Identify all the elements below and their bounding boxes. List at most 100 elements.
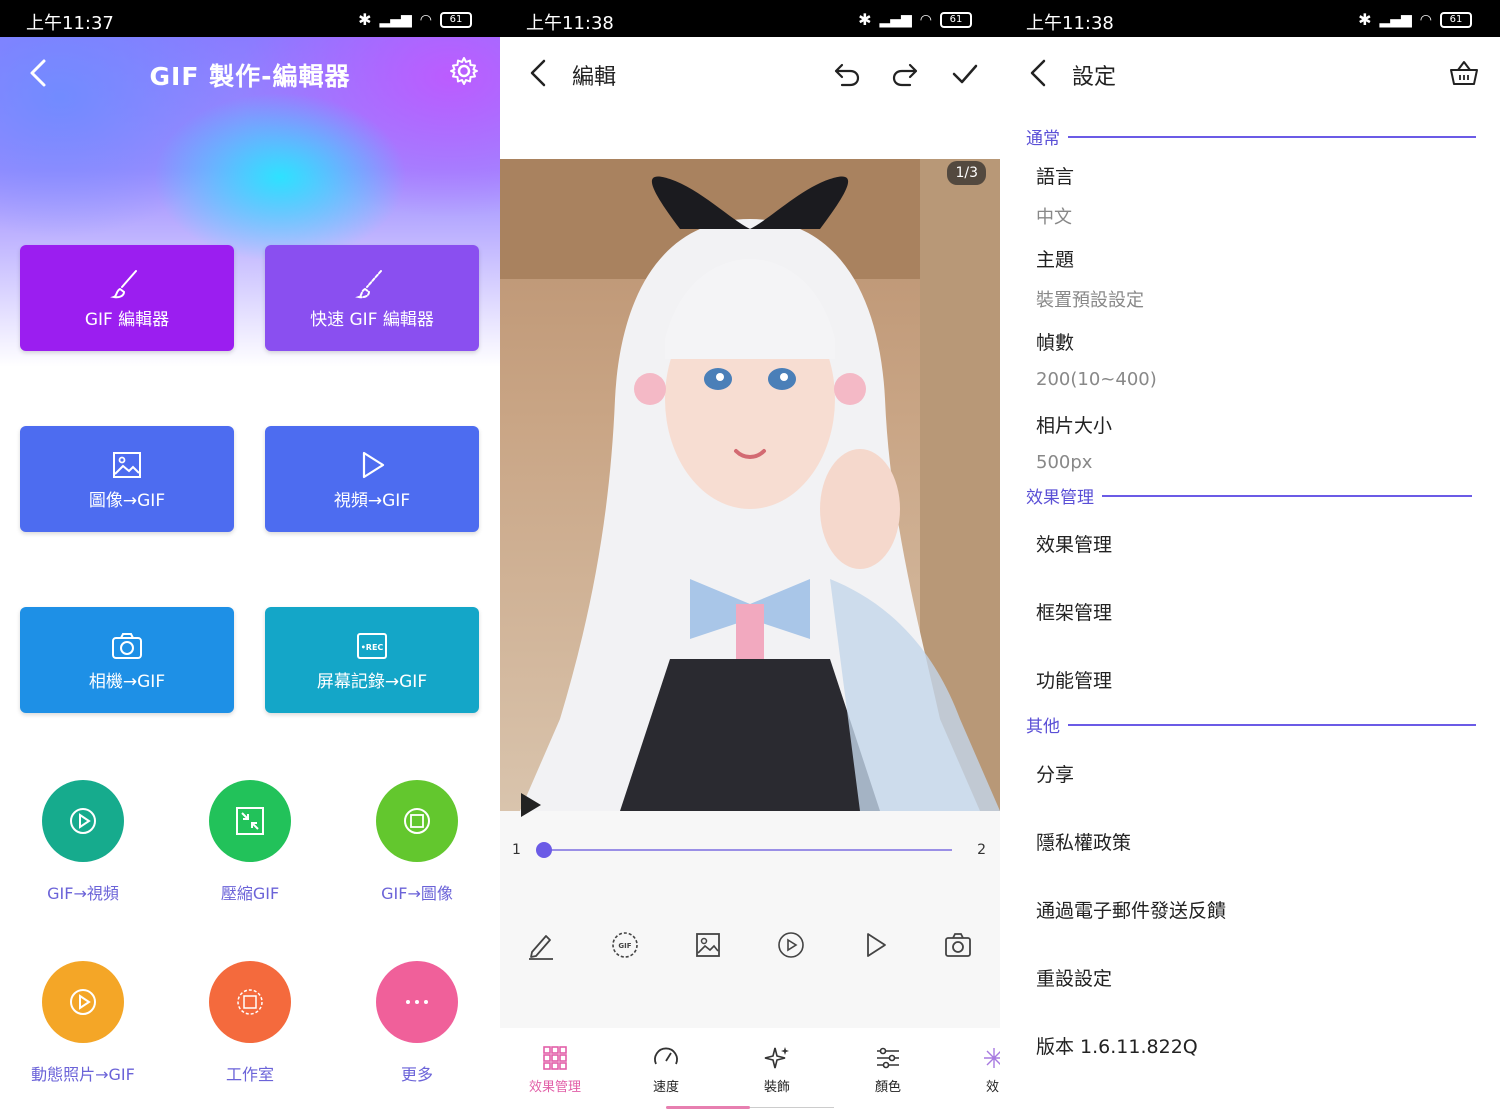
setting-theme[interactable]: 主題 裝置預設設定 xyxy=(1036,245,1144,312)
bluetooth-icon: ✱ xyxy=(358,10,372,29)
section-general: 通常 xyxy=(1026,124,1476,149)
camera-to-gif-label: 相機→GIF xyxy=(88,671,166,692)
timeline-handle[interactable] xyxy=(536,842,552,858)
screen-record-to-gif-button[interactable]: •REC 屏幕記錄→GIF xyxy=(265,607,479,713)
gif-to-video-label: GIF→視頻 xyxy=(47,884,119,903)
gif-icon[interactable]: GIF xyxy=(610,930,640,960)
nav-color-label: 顏色 xyxy=(874,1080,901,1095)
setting-version: 版本 1.6.11.822Q xyxy=(1036,1032,1198,1059)
basket-icon[interactable] xyxy=(1448,57,1480,89)
setting-privacy[interactable]: 隱私權政策 xyxy=(1036,828,1131,855)
nav-effects[interactable]: 效果管理 xyxy=(510,1044,600,1095)
pencil-icon[interactable] xyxy=(526,930,556,960)
settings-toolbar: 設定 xyxy=(1000,37,1500,109)
wifi-icon: ◠ xyxy=(1419,11,1432,28)
gif-preview-image[interactable]: 1/3 xyxy=(500,159,1000,811)
screen-record-to-gif-label: 屏幕記錄→GIF xyxy=(316,671,428,692)
setting-photo-size-value: 500px xyxy=(1036,452,1093,473)
nav-effect-partial[interactable]: 效 xyxy=(948,1044,1000,1095)
setting-theme-label: 主題 xyxy=(1036,249,1075,271)
setting-reset[interactable]: 重設設定 xyxy=(1036,964,1112,991)
studio-icon xyxy=(237,989,263,1015)
setting-share[interactable]: 分享 xyxy=(1036,760,1074,787)
setting-language[interactable]: 語言 中文 xyxy=(1036,162,1074,229)
camera-to-gif-button[interactable]: 相機→GIF xyxy=(20,607,234,713)
nav-decorate-label: 裝飾 xyxy=(763,1080,790,1095)
gif-to-video-tool[interactable]: GIF→視頻 xyxy=(8,780,158,904)
frame-timeline[interactable]: 1 2 xyxy=(500,832,1000,872)
nav-speed-label: 速度 xyxy=(652,1080,679,1095)
svg-text:•REC: •REC xyxy=(361,643,384,652)
setting-frame-manage-label: 框架管理 xyxy=(1036,602,1113,624)
redo-icon[interactable] xyxy=(888,57,922,91)
timeline-track xyxy=(544,849,952,851)
back-arrow-icon[interactable] xyxy=(522,55,558,91)
svg-text:GIF: GIF xyxy=(618,942,631,950)
quick-brush-icon xyxy=(355,269,382,298)
status-time: 上午11:38 xyxy=(1026,13,1114,34)
wifi-icon: ◠ xyxy=(919,11,932,28)
setting-version-label: 版本 1.6.11.822Q xyxy=(1036,1036,1198,1058)
image-icon[interactable] xyxy=(693,930,723,960)
speedometer-icon xyxy=(654,1047,678,1065)
image-to-gif-button[interactable]: 圖像→GIF xyxy=(20,426,234,532)
signal-icon: ▂▄▆ xyxy=(879,11,912,28)
rec-icon: •REC xyxy=(357,632,387,659)
section-effects: 效果管理 xyxy=(1026,483,1472,508)
home-toolbar: GIF 製作-編輯器 xyxy=(0,37,500,109)
home-screen: 上午11:37 ✱ ▂▄▆ ◠ 61 GIF 製作-編輯器 GIF 編輯器 快速… xyxy=(0,0,500,1111)
more-tool[interactable]: 更多 xyxy=(342,961,492,1085)
setting-effect-manage-label: 效果管理 xyxy=(1036,534,1113,556)
editor-title: 編輯 xyxy=(572,65,617,90)
gif-to-image-tool[interactable]: GIF→圖像 xyxy=(342,780,492,904)
setting-effect-manage[interactable]: 效果管理 xyxy=(1036,530,1112,557)
setting-frames-label: 幀數 xyxy=(1036,332,1075,354)
nav-decorate[interactable]: 裝飾 xyxy=(732,1044,822,1095)
back-arrow-icon[interactable] xyxy=(1022,55,1058,91)
setting-frames[interactable]: 幀數 200(10~400) xyxy=(1036,328,1157,390)
gif-editor-label: GIF 編輯器 xyxy=(84,309,170,330)
more-label: 更多 xyxy=(400,1065,433,1084)
image-icon xyxy=(113,451,141,478)
editor-toolbar: 編輯 xyxy=(500,37,1000,109)
setting-share-label: 分享 xyxy=(1036,764,1075,786)
quick-gif-editor-label: 快速 GIF 編輯器 xyxy=(310,309,434,330)
status-bar: 上午11:38 ✱ ▂▄▆ ◠ 61 xyxy=(1000,0,1500,37)
status-bar: 上午11:37 ✱ ▂▄▆ ◠ 61 xyxy=(0,0,500,37)
settings-title: 設定 xyxy=(1072,65,1117,90)
nav-color[interactable]: 顏色 xyxy=(843,1044,933,1095)
gear-icon[interactable] xyxy=(448,55,480,87)
bluetooth-icon: ✱ xyxy=(858,10,872,29)
nav-effect-partial-label: 效 xyxy=(986,1080,1000,1095)
gif-editor-button[interactable]: GIF 編輯器 xyxy=(20,245,234,351)
live-photo-to-gif-tool[interactable]: 動態照片→GIF xyxy=(8,961,158,1085)
setting-theme-value: 裝置預設設定 xyxy=(1036,290,1144,311)
setting-feedback[interactable]: 通過電子郵件發送反饋 xyxy=(1036,896,1226,923)
setting-feature-manage[interactable]: 功能管理 xyxy=(1036,666,1112,693)
sparkle-icon xyxy=(764,1047,789,1069)
setting-feature-manage-label: 功能管理 xyxy=(1036,670,1113,692)
undo-icon[interactable] xyxy=(830,57,864,91)
editor-bottom-nav: 效果管理 速度 裝飾 顏色 效 xyxy=(500,1028,1000,1111)
compress-gif-tool[interactable]: 壓縮GIF xyxy=(175,780,325,904)
setting-photo-size-label: 相片大小 xyxy=(1036,415,1113,437)
battery-icon: 61 xyxy=(940,11,972,28)
play-outline-icon[interactable] xyxy=(860,930,890,960)
nav-scroll-track xyxy=(750,1107,834,1108)
quick-gif-editor-button[interactable]: 快速 GIF 編輯器 xyxy=(265,245,479,351)
setting-photo-size[interactable]: 相片大小 500px xyxy=(1036,411,1112,473)
editor-screen: 上午11:38 ✱ ▂▄▆ ◠ 61 編輯 1/3 1 2 GIF 效果管理 速… xyxy=(500,0,1000,1111)
battery-icon: 61 xyxy=(1440,11,1472,28)
camera-icon[interactable] xyxy=(943,930,973,960)
play-icon[interactable] xyxy=(516,790,544,820)
nav-speed[interactable]: 速度 xyxy=(621,1044,711,1095)
section-other-label: 其他 xyxy=(1026,717,1060,737)
video-icon[interactable] xyxy=(776,930,806,960)
studio-tool[interactable]: 工作室 xyxy=(175,961,325,1085)
setting-privacy-label: 隱私權政策 xyxy=(1036,832,1132,854)
setting-frame-manage[interactable]: 框架管理 xyxy=(1036,598,1112,625)
compress-icon xyxy=(236,807,264,835)
video-to-gif-button[interactable]: 視頻→GIF xyxy=(265,426,479,532)
app-title: GIF 製作-編輯器 xyxy=(149,62,351,91)
check-icon[interactable] xyxy=(948,57,982,91)
